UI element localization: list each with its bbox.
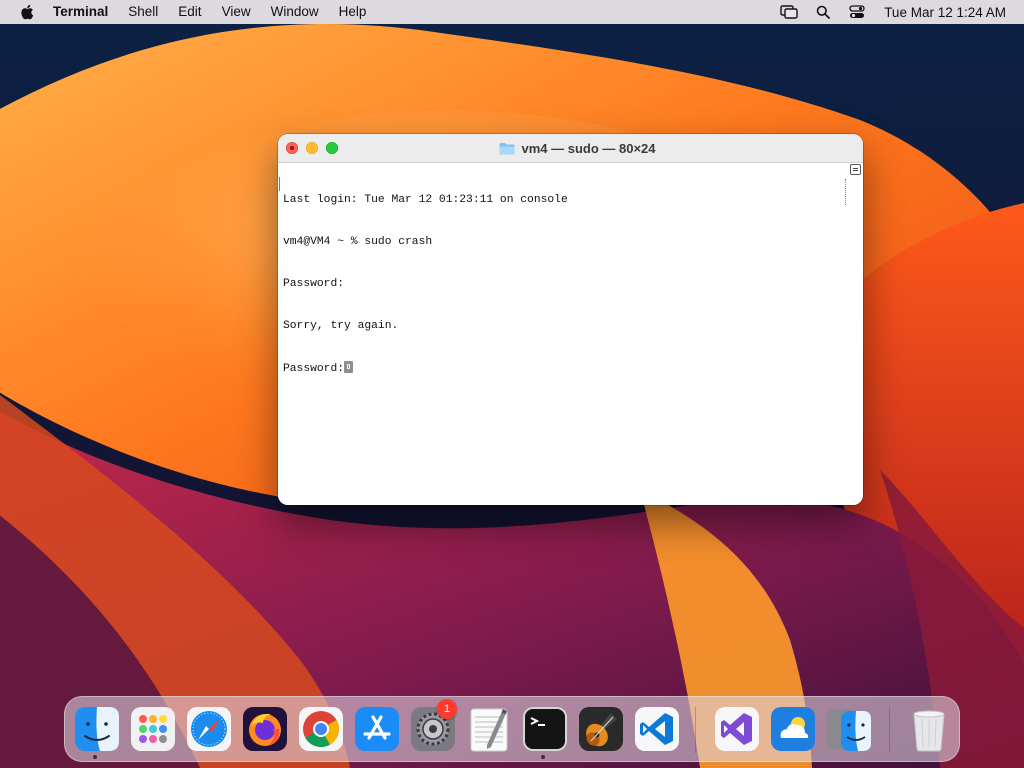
dock-separator — [695, 707, 696, 753]
menu-clock[interactable]: Tue Mar 12 1:24 AM — [874, 5, 1024, 20]
gear-icon[interactable]: 1 — [409, 699, 457, 753]
weather-icon[interactable] — [769, 705, 817, 753]
scroll-marker — [845, 179, 847, 205]
control-center-icon[interactable] — [846, 3, 868, 21]
window-titlebar[interactable]: vm4 — sudo — 80×24 — [278, 134, 863, 163]
terminal-line: Password: — [283, 278, 345, 290]
terminal-line: Password: — [283, 363, 345, 375]
app-store-icon[interactable] — [353, 705, 401, 753]
window-title: vm4 — sudo — 80×24 — [521, 140, 656, 156]
vscode-icon[interactable] — [633, 705, 681, 753]
folder-icon — [499, 142, 515, 154]
dock: 1 — [64, 696, 960, 762]
terminal-line: Sorry, try again. — [283, 320, 399, 332]
running-indicator — [93, 755, 97, 759]
menu-bar: Terminal Shell Edit View Window Help Tue… — [0, 0, 1024, 24]
visual-studio-icon[interactable] — [713, 705, 761, 753]
menu-window[interactable]: Window — [261, 0, 329, 24]
terminal-prompt-line: Password: — [283, 361, 568, 375]
menu-help[interactable]: Help — [329, 0, 377, 24]
menu-shell[interactable]: Shell — [118, 0, 168, 24]
finder-icon[interactable] — [73, 705, 121, 753]
guitar-icon[interactable] — [577, 705, 625, 753]
terminal-line: Last login: Tue Mar 12 01:23:11 on conso… — [283, 194, 568, 206]
zoom-window-button[interactable] — [326, 142, 338, 154]
split-pane-icon[interactable] — [850, 164, 861, 175]
terminal-window: vm4 — sudo — 80×24 Last login: Tue Mar 1… — [278, 134, 863, 505]
launchpad-icon[interactable] — [129, 705, 177, 753]
terminal-content[interactable]: Last login: Tue Mar 12 01:23:11 on conso… — [278, 163, 863, 505]
search-icon[interactable] — [812, 3, 834, 21]
apple-menu-icon[interactable] — [17, 2, 37, 22]
notification-badge: 1 — [437, 699, 457, 719]
terminal-line: vm4@VM4 ~ % sudo crash — [283, 236, 433, 248]
firefox-icon[interactable] — [241, 705, 289, 753]
safari-icon[interactable] — [185, 705, 233, 753]
menu-edit[interactable]: Edit — [168, 0, 211, 24]
dock-separator — [889, 707, 890, 753]
chrome-icon[interactable] — [297, 705, 345, 753]
mark-bracket — [279, 177, 282, 191]
menu-view[interactable]: View — [212, 0, 261, 24]
running-indicator — [541, 755, 545, 759]
key-cursor-icon — [344, 361, 354, 373]
migration-assistant-icon[interactable] — [825, 705, 873, 753]
screen-mirroring-icon[interactable] — [778, 3, 800, 21]
minimize-window-button[interactable] — [306, 142, 318, 154]
terminal-icon[interactable] — [521, 705, 569, 753]
textedit-icon[interactable] — [465, 705, 513, 753]
close-window-button[interactable] — [286, 142, 298, 154]
menu-app-name[interactable]: Terminal — [47, 0, 118, 24]
trash-icon[interactable] — [905, 705, 953, 753]
